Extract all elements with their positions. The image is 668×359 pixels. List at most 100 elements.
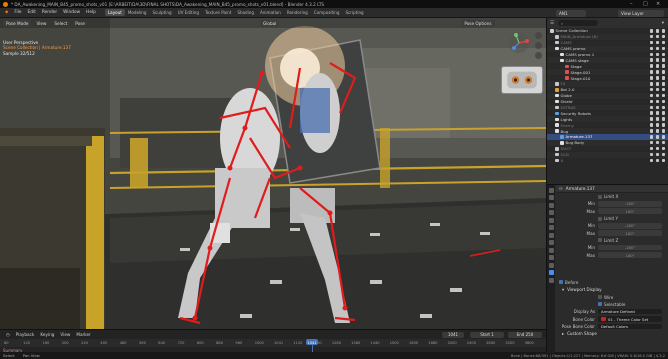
camera-render-icon[interactable] bbox=[662, 99, 665, 104]
properties-panel[interactable]: ⚇ Armature.137 Limit X Min -180° Max 180° … bbox=[546, 184, 668, 353]
3d-viewport[interactable]: Pose Mode View Select Pose Global Pose O… bbox=[0, 18, 546, 329]
tool-tab-icon[interactable] bbox=[548, 187, 554, 193]
exclude-checkbox-icon[interactable] bbox=[650, 152, 653, 157]
tab-animation[interactable]: Animation bbox=[257, 9, 284, 16]
limit-y-checkbox[interactable] bbox=[598, 216, 602, 221]
current-frame-field[interactable]: 1041 bbox=[442, 331, 464, 338]
eye-icon[interactable] bbox=[656, 82, 659, 86]
menu-help[interactable]: Help bbox=[83, 10, 99, 15]
camera-view-icon[interactable] bbox=[535, 52, 542, 59]
exclude-checkbox-icon[interactable] bbox=[650, 105, 653, 110]
exclude-checkbox-icon[interactable] bbox=[650, 111, 653, 115]
limit-y-max-field[interactable]: 180° bbox=[598, 230, 662, 236]
camera-render-icon[interactable] bbox=[662, 46, 665, 51]
menu-keying[interactable]: Keying bbox=[37, 332, 57, 337]
tab-texture-paint[interactable]: Texture Paint bbox=[202, 9, 234, 16]
limit-z-checkbox[interactable] bbox=[598, 238, 602, 243]
limit-z-max-field[interactable]: 180° bbox=[598, 252, 662, 258]
mode-selector[interactable]: Pose Mode bbox=[3, 19, 32, 27]
tab-modeling[interactable]: Modeling bbox=[125, 9, 150, 16]
camera-render-icon[interactable] bbox=[662, 135, 665, 139]
limit-y-row[interactable]: Limit Y bbox=[556, 215, 668, 222]
eye-icon[interactable] bbox=[656, 99, 659, 104]
exclude-checkbox-icon[interactable] bbox=[650, 135, 653, 139]
camera-render-icon[interactable] bbox=[662, 146, 665, 151]
eye-icon[interactable] bbox=[656, 123, 659, 127]
zoom-view-icon[interactable] bbox=[535, 32, 542, 39]
eye-icon[interactable] bbox=[656, 70, 659, 74]
limit-z-row[interactable]: Limit Z bbox=[556, 237, 668, 244]
before-row[interactable]: Before bbox=[556, 279, 668, 286]
tab-rendering[interactable]: Rendering bbox=[284, 9, 311, 16]
exclude-checkbox-icon[interactable] bbox=[650, 93, 653, 98]
transform-orientation-select[interactable]: Global bbox=[260, 19, 280, 27]
outliner-panel[interactable]: ☰ ⌕ ▾ Scene Collection MAIN_Armature (B) C… bbox=[546, 18, 668, 184]
exclude-checkbox-icon[interactable] bbox=[650, 40, 653, 45]
timeline-editor-icon[interactable]: ◷ bbox=[3, 332, 13, 337]
limit-x-checkbox[interactable] bbox=[598, 194, 602, 199]
eye-icon[interactable] bbox=[656, 52, 659, 57]
render-tab-icon[interactable] bbox=[548, 195, 554, 200]
camera-render-icon[interactable] bbox=[662, 117, 665, 121]
close-icon[interactable]: × bbox=[656, 1, 660, 7]
camera-render-icon[interactable] bbox=[662, 70, 665, 74]
minimize-icon[interactable]: – bbox=[630, 1, 633, 7]
camera-render-icon[interactable] bbox=[662, 152, 665, 157]
exclude-checkbox-icon[interactable] bbox=[650, 29, 653, 33]
menu-view[interactable]: View bbox=[33, 20, 49, 27]
bone-color-select[interactable]: 01 - Theme Color Set bbox=[598, 316, 662, 322]
camera-render-icon[interactable] bbox=[662, 93, 665, 98]
wire-checkbox[interactable] bbox=[598, 295, 602, 300]
modifier-tab-icon[interactable] bbox=[548, 240, 554, 245]
eye-icon[interactable] bbox=[656, 146, 659, 151]
exclude-checkbox-icon[interactable] bbox=[650, 117, 653, 121]
menu-file[interactable]: File bbox=[11, 10, 24, 15]
object-tab-icon[interactable] bbox=[548, 232, 554, 238]
eye-icon[interactable] bbox=[656, 135, 659, 139]
exclude-checkbox-icon[interactable] bbox=[650, 123, 653, 127]
eye-icon[interactable] bbox=[656, 40, 659, 45]
exclude-checkbox-icon[interactable] bbox=[650, 70, 653, 74]
outliner-search-input[interactable]: ⌕ bbox=[558, 20, 599, 26]
filter-icon[interactable]: ▾ bbox=[662, 21, 664, 26]
eye-icon[interactable] bbox=[656, 64, 659, 68]
exclude-checkbox-icon[interactable] bbox=[650, 46, 653, 51]
menu-edit[interactable]: Edit bbox=[25, 10, 39, 15]
eye-icon[interactable] bbox=[656, 58, 659, 62]
camera-render-icon[interactable] bbox=[662, 82, 665, 86]
eye-icon[interactable] bbox=[656, 87, 659, 92]
menu-render[interactable]: Render bbox=[39, 10, 60, 15]
eye-icon[interactable] bbox=[656, 46, 659, 51]
scene-tab-icon[interactable] bbox=[548, 217, 554, 223]
camera-render-icon[interactable] bbox=[662, 76, 665, 80]
exclude-checkbox-icon[interactable] bbox=[650, 146, 653, 151]
pan-view-icon[interactable] bbox=[535, 42, 542, 49]
tab-layout[interactable]: Layout bbox=[104, 9, 125, 16]
menu-window[interactable]: Window bbox=[60, 10, 83, 15]
wire-row[interactable]: Wire bbox=[556, 293, 668, 300]
eye-icon[interactable] bbox=[656, 29, 659, 33]
eye-icon[interactable] bbox=[656, 158, 659, 163]
eye-icon[interactable] bbox=[656, 111, 659, 115]
exclude-checkbox-icon[interactable] bbox=[650, 158, 653, 163]
menu-pose[interactable]: Pose bbox=[72, 20, 88, 27]
exclude-checkbox-icon[interactable] bbox=[650, 76, 653, 80]
limit-x-max-field[interactable]: 180° bbox=[598, 208, 662, 214]
camera-render-icon[interactable] bbox=[662, 40, 665, 45]
output-tab-icon[interactable] bbox=[548, 202, 554, 208]
camera-render-icon[interactable] bbox=[662, 52, 665, 57]
viewport-display-panel-header[interactable]: ▾ Viewport Display bbox=[556, 286, 668, 294]
camera-render-icon[interactable] bbox=[662, 123, 665, 127]
navigation-gizmo-icon[interactable] bbox=[508, 32, 530, 54]
camera-render-icon[interactable] bbox=[662, 111, 665, 115]
data-tab-icon[interactable] bbox=[548, 262, 554, 268]
selectable-row[interactable]: Selectable bbox=[556, 301, 668, 308]
world-tab-icon[interactable] bbox=[548, 225, 554, 230]
pose-bone-color-select[interactable]: Default Colors bbox=[598, 323, 662, 330]
menu-marker[interactable]: Marker bbox=[73, 332, 93, 337]
eye-icon[interactable] bbox=[656, 93, 659, 98]
before-checkbox[interactable] bbox=[559, 280, 563, 285]
constraint-tab-icon[interactable] bbox=[548, 255, 554, 260]
exclude-checkbox-icon[interactable] bbox=[650, 58, 653, 62]
scene-selector[interactable]: AN1 bbox=[556, 9, 586, 17]
